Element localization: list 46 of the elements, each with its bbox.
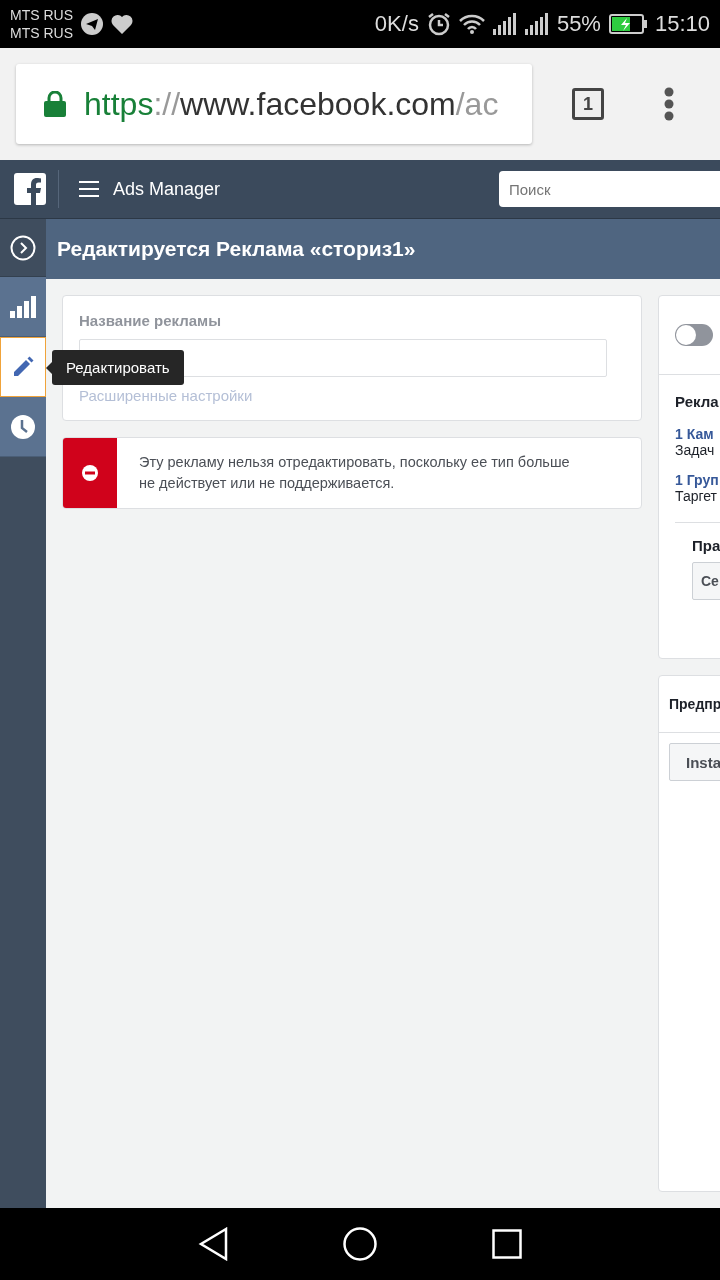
back-icon[interactable] xyxy=(197,1227,228,1261)
signal-icon xyxy=(524,13,549,35)
sidebar-tab[interactable] xyxy=(0,337,46,397)
panel-button[interactable]: Се xyxy=(692,562,720,600)
search-field[interactable]: Поиск xyxy=(499,171,720,207)
address-bar[interactable]: https://www.facebook.com/ac xyxy=(16,64,532,144)
page-title: Редактируется Реклама «сториз1» xyxy=(46,219,720,279)
paper-plane-icon xyxy=(81,13,103,35)
battery-icon xyxy=(608,14,647,34)
sidebar-tab[interactable] xyxy=(0,277,46,337)
alarm-icon xyxy=(426,12,451,36)
url-text: https://www.facebook.com/ac xyxy=(84,85,499,123)
sidebar-tab[interactable] xyxy=(0,397,46,457)
field-label: Название рекламы xyxy=(79,312,222,329)
heart-icon xyxy=(111,14,133,34)
battery-percent: 55% xyxy=(556,11,601,37)
section-heading: Рекла xyxy=(675,393,720,410)
no-entry-icon xyxy=(82,465,98,481)
signal-icon xyxy=(492,13,517,35)
item-link[interactable]: 1 Кам xyxy=(675,426,720,442)
pencil-icon xyxy=(12,356,34,378)
app-title: Ads Manager xyxy=(113,178,222,200)
chevron-circle-icon xyxy=(10,234,36,261)
bar-chart-icon xyxy=(10,295,36,318)
clock-icon xyxy=(11,414,35,439)
preview-heading: Предпр xyxy=(659,676,720,733)
toggle-switch[interactable] xyxy=(675,324,713,346)
carrier-name: MTS RUS xyxy=(10,6,73,24)
recents-icon[interactable] xyxy=(492,1229,523,1259)
item-text: Таргет xyxy=(675,488,719,504)
subsection-heading: Пра xyxy=(692,537,720,554)
carrier-name: MTS RUS xyxy=(10,24,73,42)
tab-count-button[interactable]: 1 xyxy=(572,88,604,120)
lock-icon xyxy=(44,91,66,117)
tooltip: Редактировать xyxy=(52,350,184,385)
tooltip-pointer xyxy=(46,361,52,374)
network-speed: 0K/s xyxy=(374,11,419,37)
item-link[interactable]: 1 Груп xyxy=(675,472,720,488)
wifi-icon xyxy=(458,14,485,34)
menu-icon[interactable] xyxy=(79,181,99,197)
error-message: Эту рекламу нельзя отредактировать, поскольку ее тип больше не действует или не поддерживается. xyxy=(138,453,571,493)
item-text: Задач xyxy=(675,442,716,458)
facebook-logo-icon[interactable] xyxy=(14,173,46,205)
clock-time: 15:10 xyxy=(654,11,710,37)
home-icon[interactable] xyxy=(343,1227,377,1261)
more-options-icon[interactable] xyxy=(664,87,674,121)
